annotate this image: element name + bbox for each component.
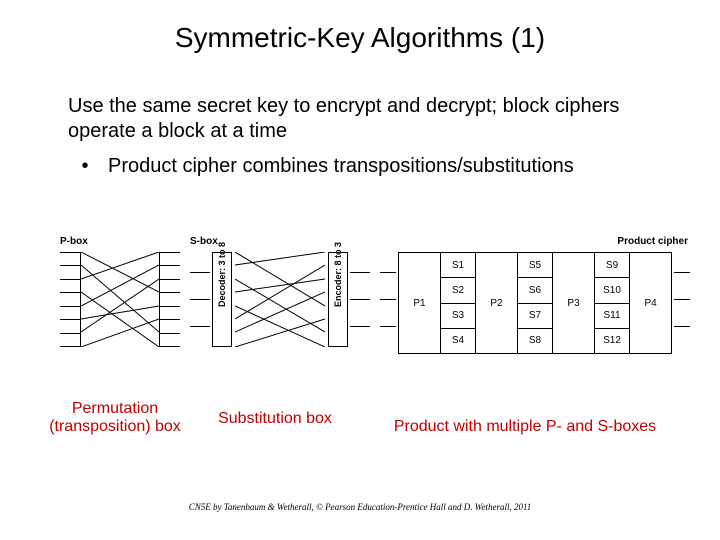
sbox-permute-icon [235,252,325,347]
bullet-text: Product cipher combines transpositions/s… [96,154,664,179]
encoder-label: Encoder: 8 to 3 [333,293,343,307]
caption-permutation: Permutation (transposition) box [0,400,200,436]
figure-pbox: P-box [60,242,180,352]
caption-row: Permutation (transposition) box Substitu… [0,400,720,436]
decoder-block-icon: Decoder: 3 to 8 [212,252,232,347]
body-text-block: Use the same secret key to encrypt and d… [0,54,720,179]
p-column-1: P1 [399,253,441,353]
s-column-1: S1 S2 S3 S4 [441,253,476,353]
body-paragraph: Use the same secret key to encrypt and d… [68,94,664,144]
s-column-2: S5 S6 S7 S8 [518,253,553,353]
figure-sbox: S-box Decoder: 3 to 8 Encoder: 8 to 3 [190,242,370,352]
slide-title: Symmetric-Key Algorithms (1) [0,0,720,54]
pbox-label: P-box [60,236,88,247]
sbox-outputs [350,272,370,327]
p-column-4: P4 [630,253,671,353]
product-grid: P1 S1 S2 S3 S4 P2 S5 S6 S7 S8 P3 S9 S10 [398,252,672,354]
slide: Symmetric-Key Algorithms (1) Use the sam… [0,0,720,540]
s-column-3: S9 S10 S11 S12 [595,253,630,353]
pbox-inputs [60,252,80,347]
p-column-3: P3 [553,253,595,353]
pbox-permute-icon [80,252,160,347]
p-column-2: P2 [476,253,518,353]
encoder-block-icon: Encoder: 8 to 3 [328,252,348,347]
bullet-dot-icon: • [74,154,96,179]
pbox-outputs [160,252,180,347]
figure-product-cipher: Product cipher P1 S1 S2 S3 S4 P2 S5 S6 S… [380,242,690,362]
decoder-label: Decoder: 3 to 8 [217,293,227,307]
figure-row: P-box S-box [60,242,690,382]
product-label: Product cipher [617,236,688,247]
product-outputs [674,272,690,327]
caption-substitution: Substitution box [200,400,350,428]
sbox-label: S-box [190,236,218,247]
footer-credit: CN5E by Tanenbaum & Wetherall, © Pearson… [0,502,720,512]
sbox-inputs [190,272,210,327]
product-inputs [380,272,396,327]
caption-product: Product with multiple P- and S-boxes [350,400,720,436]
bullet-item: • Product cipher combines transpositions… [68,154,664,179]
